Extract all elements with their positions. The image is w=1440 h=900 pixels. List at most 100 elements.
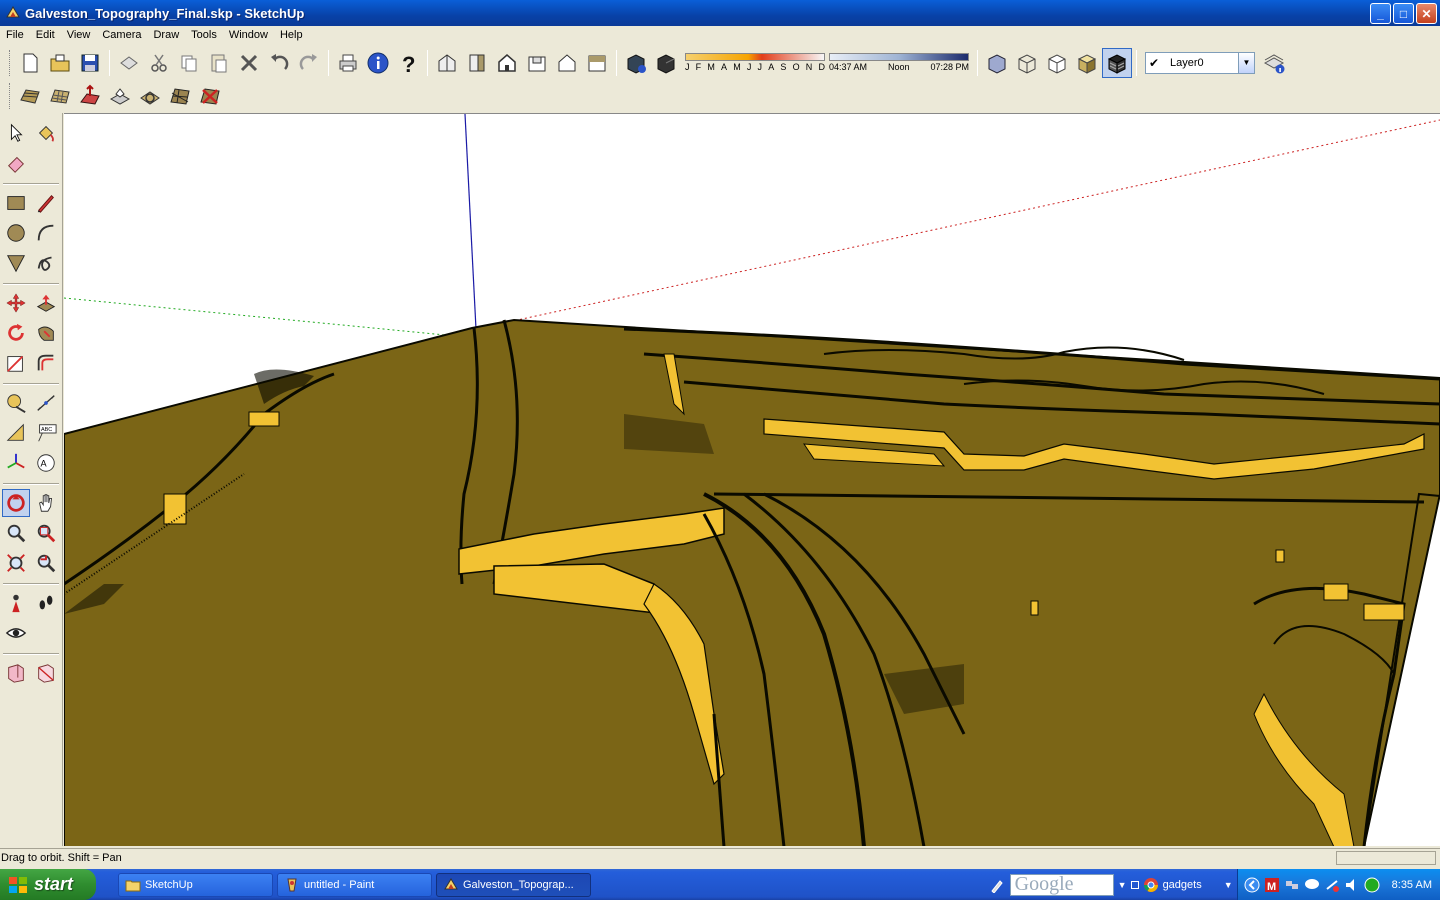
make-component-button[interactable] (114, 48, 144, 78)
3d-text-tool[interactable]: A (32, 449, 60, 477)
time-slider-track[interactable] (829, 53, 969, 61)
left-view-button[interactable] (582, 48, 612, 78)
menu-camera[interactable]: Camera (96, 26, 147, 44)
save-button[interactable] (75, 48, 105, 78)
position-camera-tool[interactable] (2, 589, 30, 617)
add-detail-button[interactable] (165, 81, 195, 111)
layer-dropdown[interactable]: ✔ Layer0 ▼ (1145, 51, 1255, 74)
top-view-button[interactable] (462, 48, 492, 78)
paste-button[interactable] (204, 48, 234, 78)
line-tool[interactable] (32, 189, 60, 217)
menu-tools[interactable]: Tools (185, 26, 223, 44)
date-slider-track[interactable] (685, 53, 825, 61)
follow-me-tool[interactable] (32, 319, 60, 347)
gadgets-area[interactable]: gadgets ▼ (1130, 877, 1233, 893)
cut-button[interactable] (144, 48, 174, 78)
rotate-tool[interactable] (2, 319, 30, 347)
walk-tool[interactable] (32, 589, 60, 617)
menu-draw[interactable]: Draw (147, 26, 185, 44)
section-display-tool[interactable] (32, 659, 60, 687)
select-tool[interactable] (2, 119, 30, 147)
text-tool[interactable]: ABC (32, 419, 60, 447)
messenger-icon[interactable] (1304, 877, 1320, 893)
model-info-button[interactable] (363, 48, 393, 78)
hidden-line-button[interactable] (1042, 48, 1072, 78)
pan-tool[interactable] (32, 489, 60, 517)
menu-edit[interactable]: Edit (30, 26, 61, 44)
toolbar-grip[interactable] (9, 49, 12, 76)
shaded-textures-button[interactable] (1102, 47, 1132, 78)
scale-tool[interactable] (2, 349, 30, 377)
layer-visible-check[interactable]: ✔ (1146, 56, 1162, 70)
polygon-tool[interactable] (2, 249, 30, 277)
right-view-button[interactable] (522, 48, 552, 78)
antivirus-icon[interactable]: M (1264, 877, 1280, 893)
offset-tool[interactable] (32, 349, 60, 377)
look-around-tool[interactable] (2, 619, 30, 647)
circle-tool[interactable] (2, 219, 30, 247)
iso-view-button[interactable] (432, 48, 462, 78)
axes-tool[interactable] (2, 449, 30, 477)
google-search-box[interactable]: Google (1009, 873, 1114, 896)
open-file-button[interactable] (45, 48, 75, 78)
menu-help[interactable]: Help (274, 26, 309, 44)
copy-button[interactable] (174, 48, 204, 78)
browser-icon[interactable] (1364, 877, 1380, 893)
toolbar-grip[interactable] (9, 82, 12, 109)
rectangle-tool[interactable] (2, 189, 30, 217)
zoom-window-tool[interactable] (32, 519, 60, 547)
date-slider[interactable]: J F M A M J J A S O N D (685, 53, 825, 72)
new-file-button[interactable] (15, 48, 45, 78)
maximize-button[interactable]: □ (1393, 3, 1414, 24)
time-slider[interactable]: 04:37 AM Noon 07:28 PM (829, 53, 969, 72)
network-icon[interactable] (1284, 877, 1300, 893)
menu-window[interactable]: Window (223, 26, 274, 44)
chevron-down-icon[interactable]: ▼ (1238, 52, 1254, 73)
protractor-tool[interactable] (2, 419, 30, 447)
start-button[interactable]: start (0, 869, 96, 900)
xray-button[interactable] (982, 48, 1012, 78)
shaded-button[interactable] (1072, 48, 1102, 78)
paint-bucket-tool[interactable] (32, 119, 60, 147)
dimension-tool[interactable] (32, 389, 60, 417)
tape-measure-tool[interactable] (2, 389, 30, 417)
redo-button[interactable] (294, 48, 324, 78)
move-tool[interactable] (2, 289, 30, 317)
stamp-button[interactable] (105, 81, 135, 111)
from-scratch-button[interactable] (45, 81, 75, 111)
shadow-settings-button[interactable] (621, 48, 651, 78)
layer-manager-button[interactable] (1259, 48, 1289, 78)
smoove-button[interactable] (75, 81, 105, 111)
erase-button[interactable] (234, 48, 264, 78)
push-pull-tool[interactable] (32, 289, 60, 317)
orbit-tool[interactable] (2, 489, 30, 517)
eraser-tool[interactable] (2, 149, 30, 177)
menu-view[interactable]: View (61, 26, 97, 44)
arc-tool[interactable] (32, 219, 60, 247)
zoom-extents-tool[interactable] (2, 549, 30, 577)
close-button[interactable]: ✕ (1416, 3, 1437, 24)
print-button[interactable] (333, 48, 363, 78)
display-shadows-button[interactable] (651, 48, 681, 78)
previous-view-tool[interactable] (32, 549, 60, 577)
pen-tool-icon[interactable] (990, 877, 1006, 893)
minimize-button[interactable]: _ (1370, 3, 1391, 24)
terrain-model[interactable] (64, 114, 1440, 846)
undo-button[interactable] (264, 48, 294, 78)
volume-icon[interactable] (1344, 877, 1360, 893)
update-icon[interactable] (1324, 877, 1340, 893)
front-view-button[interactable] (492, 48, 522, 78)
task-sketchup-folder[interactable]: SketchUp (118, 872, 273, 897)
search-dropdown-icon[interactable]: ▼ (1118, 880, 1127, 890)
freehand-tool[interactable] (32, 249, 60, 277)
back-view-button[interactable] (552, 48, 582, 78)
measurements-box[interactable] (1336, 851, 1436, 865)
section-plane-tool[interactable] (2, 659, 30, 687)
help-button[interactable]: ? (393, 48, 423, 78)
drape-button[interactable] (135, 81, 165, 111)
menu-file[interactable]: File (0, 26, 30, 44)
from-contours-button[interactable] (15, 81, 45, 111)
tray-chevron-icon[interactable] (1244, 877, 1260, 893)
flip-edge-button[interactable] (195, 81, 225, 111)
task-paint[interactable]: untitled - Paint (277, 872, 432, 897)
